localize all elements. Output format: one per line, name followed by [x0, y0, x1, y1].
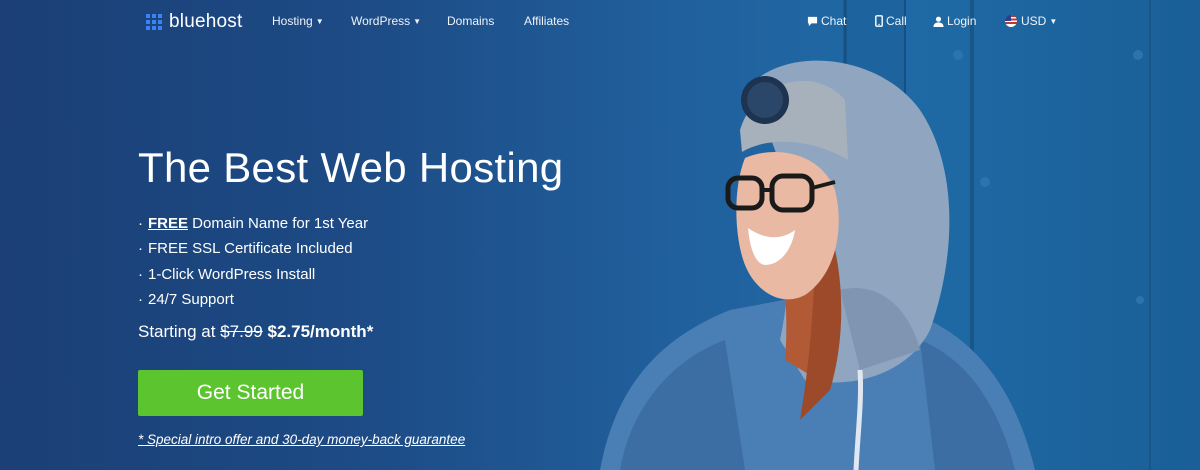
- nav-wordpress-label: WordPress: [351, 14, 411, 28]
- bullet: ·: [138, 215, 143, 232]
- nav-currency-label: USD: [1021, 14, 1047, 28]
- bluehost-logo[interactable]: bluehost: [146, 11, 242, 33]
- get-started-button[interactable]: Get Started: [138, 370, 363, 416]
- nav-affiliates-label: Affiliates: [524, 14, 570, 28]
- feature-item: · 1-Click WordPress Install: [138, 265, 368, 290]
- price-prefix: Starting at: [138, 322, 221, 341]
- nav-login-label: Login: [947, 14, 977, 28]
- feature-text: 1-Click WordPress Install: [148, 265, 316, 283]
- bluehost-grid-icon: [146, 14, 162, 30]
- feature-item: · FREE SSL Certificate Included: [138, 239, 368, 264]
- bullet: ·: [138, 290, 143, 308]
- chat-icon: [807, 16, 818, 26]
- old-price: $7.99: [220, 322, 263, 341]
- brand-name: bluehost: [169, 11, 243, 32]
- feature-item: · FREE Domain Name for 1st Year: [138, 214, 368, 239]
- caret-down-icon: ▼: [315, 16, 324, 26]
- user-icon: [933, 16, 944, 27]
- feature-text: FREE SSL Certificate Included: [148, 240, 353, 258]
- guarantee-link[interactable]: * Special intro offer and 30-day money-b…: [138, 432, 465, 447]
- nav-wordpress[interactable]: WordPress ▼: [351, 14, 421, 28]
- feature-text: Domain Name for 1st Year: [188, 215, 369, 232]
- nav-login[interactable]: Login: [933, 14, 976, 28]
- nav-domains-label: Domains: [447, 14, 495, 28]
- phone-icon: [875, 15, 883, 27]
- nav-hosting-label: Hosting: [272, 14, 313, 28]
- pricing-line: Starting at $7.99 $2.75/month*: [138, 322, 373, 342]
- hero-section: bluehost Hosting ▼ WordPress ▼ Domains A…: [0, 0, 1200, 470]
- caret-down-icon: ▼: [413, 16, 422, 26]
- nav-affiliates[interactable]: Affiliates: [524, 14, 569, 28]
- nav-domains[interactable]: Domains: [447, 14, 494, 28]
- bullet: ·: [138, 265, 143, 283]
- nav-call-label: Call: [886, 14, 907, 28]
- feature-item: · 24/7 Support: [138, 290, 368, 315]
- feature-highlight: FREE: [148, 215, 189, 232]
- nav-hosting[interactable]: Hosting ▼: [272, 14, 324, 28]
- feature-text: 24/7 Support: [148, 290, 234, 308]
- nav-chat-label: Chat: [821, 14, 847, 28]
- new-price: $2.75/month*: [267, 322, 374, 341]
- top-nav: bluehost Hosting ▼ WordPress ▼ Domains A…: [0, 0, 1200, 44]
- caret-down-icon: ▼: [1049, 16, 1058, 26]
- bullet: ·: [138, 240, 143, 258]
- page-title: The Best Web Hosting: [138, 144, 564, 191]
- hero-person-illustration: [600, 60, 1035, 470]
- feature-list: · FREE Domain Name for 1st Year · FREE SSL…: [138, 214, 368, 315]
- us-flag-icon: [1005, 15, 1017, 27]
- nav-call[interactable]: Call: [875, 14, 907, 28]
- nav-currency[interactable]: USD ▼: [1005, 14, 1057, 28]
- nav-chat[interactable]: Chat: [807, 14, 846, 28]
